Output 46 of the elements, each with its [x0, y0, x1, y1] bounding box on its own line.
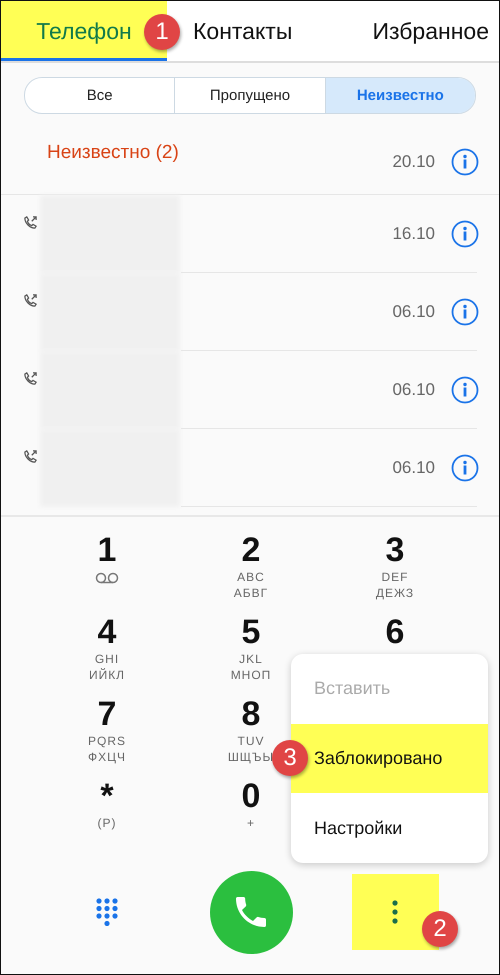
- outgoing-call-icon: [23, 449, 38, 464]
- key-digit[interactable]: 1: [98, 531, 116, 569]
- step-marker: 3: [272, 740, 308, 776]
- call-date: 06.10: [392, 302, 435, 322]
- key-letters: JKL: [239, 651, 263, 667]
- key-digit[interactable]: 4: [98, 613, 116, 651]
- voicemail-icon: [95, 572, 119, 584]
- key-letters: АБВГ: [234, 585, 268, 601]
- key-letters: TUV: [238, 733, 264, 749]
- outgoing-call-icon: [23, 371, 38, 386]
- key-letters: GHI: [94, 651, 120, 667]
- key-digit[interactable]: 5: [242, 613, 260, 651]
- group-label: Неизвестно (2): [47, 142, 179, 165]
- info-icon[interactable]: [451, 298, 479, 326]
- step-marker: 2: [422, 911, 458, 947]
- outgoing-call-icon: [23, 215, 38, 230]
- key-letters: ABC: [237, 569, 265, 585]
- key-letters: PQRS: [88, 733, 126, 749]
- info-icon[interactable]: [451, 220, 479, 248]
- filter-segment[interactable]: Неизвестно: [324, 78, 475, 113]
- more-icon: [391, 900, 399, 924]
- menu-item[interactable]: Настройки: [291, 793, 488, 863]
- key-letters: МНОП: [230, 667, 272, 683]
- key-digit[interactable]: 2: [242, 531, 260, 569]
- outgoing-call-icon: [23, 293, 38, 308]
- key-letters: ФХЦЧ: [88, 749, 126, 765]
- filter-segment[interactable]: Все: [25, 78, 174, 113]
- key-digit[interactable]: 6: [386, 613, 404, 651]
- key-digit[interactable]: 7: [98, 695, 116, 733]
- info-icon[interactable]: [451, 376, 479, 404]
- key-letters: (P): [98, 815, 116, 831]
- key-digit[interactable]: *: [100, 777, 114, 815]
- key-letters: +: [246, 815, 255, 831]
- key-letters: ИЙКЛ: [88, 667, 126, 683]
- call-date: 06.10: [392, 458, 435, 478]
- key-digit[interactable]: 0: [242, 777, 260, 815]
- call-date: 16.10: [392, 224, 435, 244]
- key-letters: ДЕЖЗ: [376, 585, 414, 601]
- info-icon[interactable]: [451, 454, 479, 482]
- info-icon[interactable]: [451, 148, 479, 176]
- key-letters: DEF: [382, 569, 408, 585]
- call-date: 20.10: [392, 152, 435, 172]
- dialpad-icon[interactable]: [95, 897, 119, 927]
- key-digit[interactable]: 3: [386, 531, 404, 569]
- call-date: 06.10: [392, 380, 435, 400]
- key-digit[interactable]: 8: [242, 695, 260, 733]
